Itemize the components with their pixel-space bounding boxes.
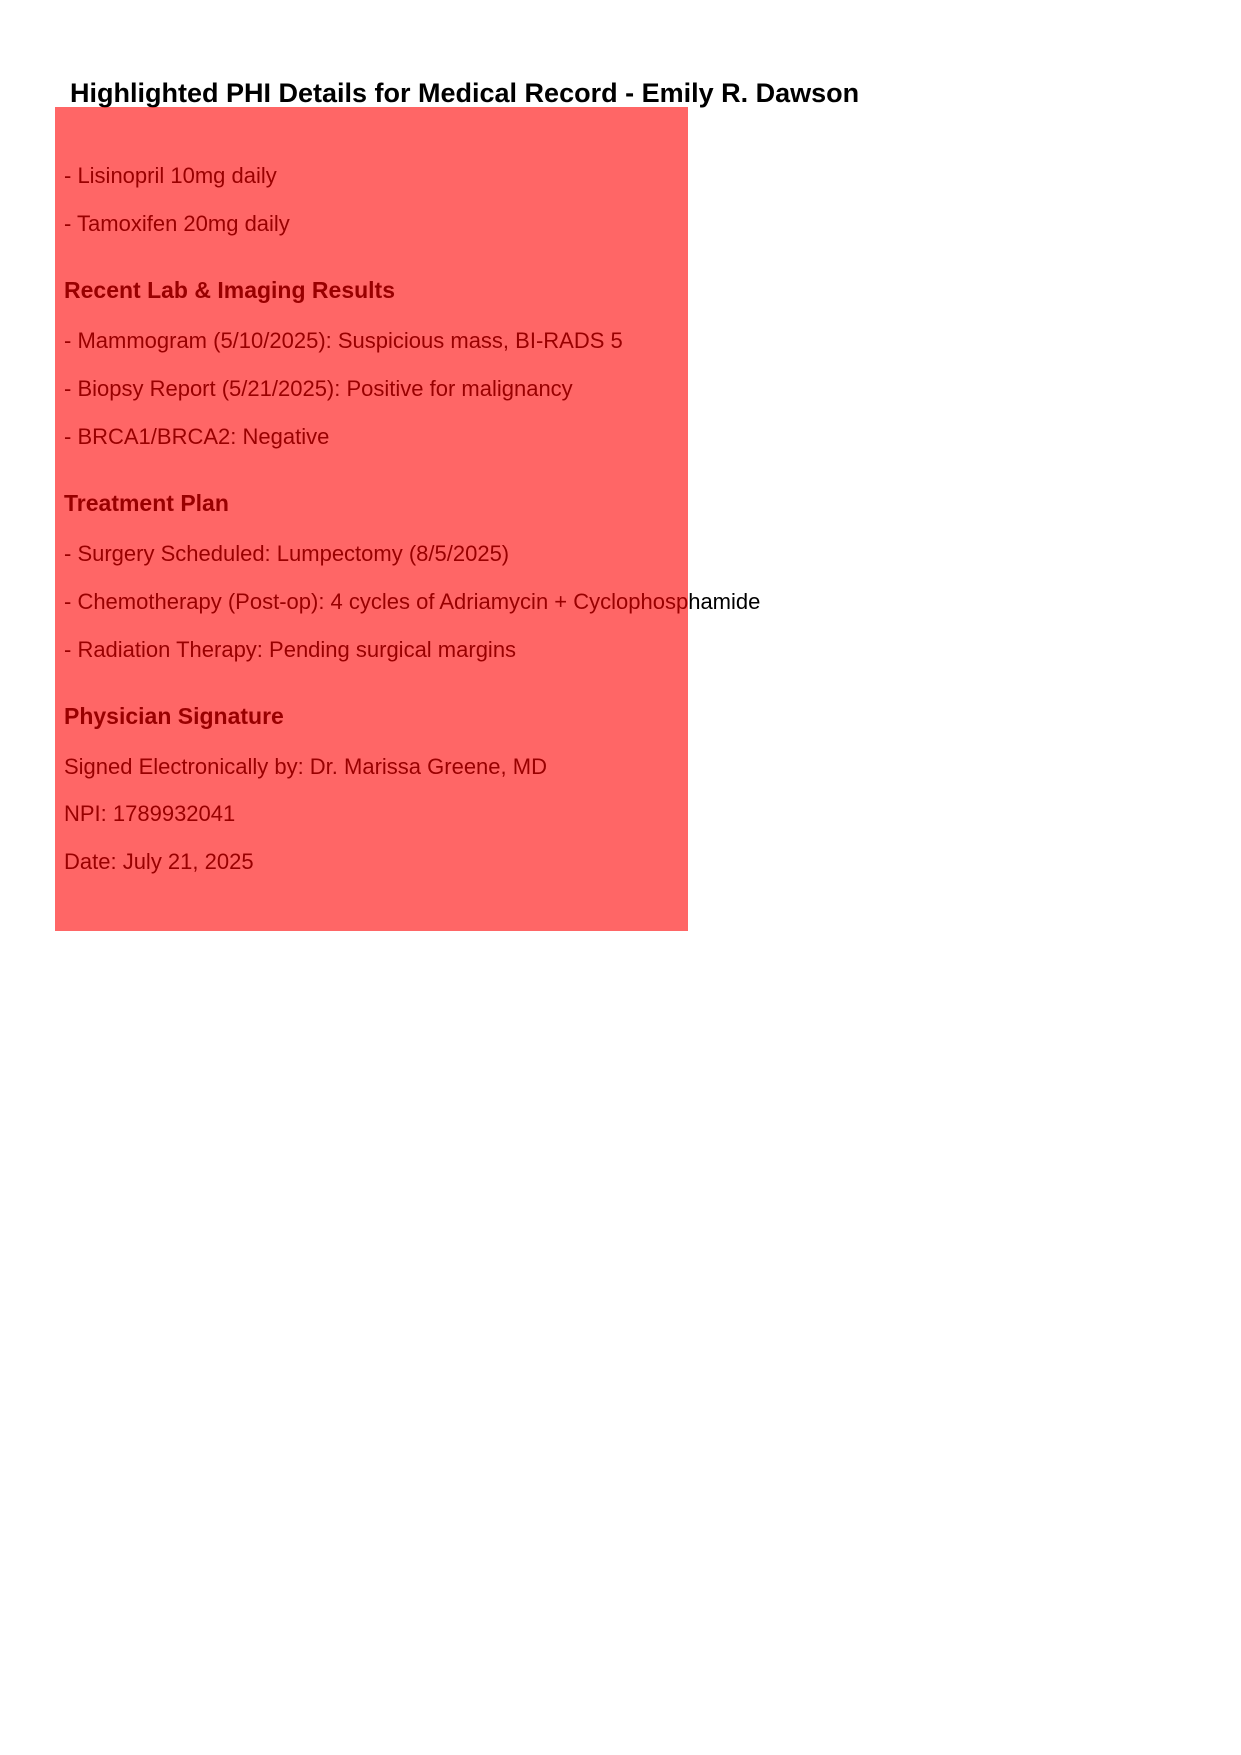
signature-date: Date: July 21, 2025	[64, 849, 254, 874]
medication-item-lisinopril: - Lisinopril 10mg daily	[64, 163, 277, 188]
treatment-plan-heading: Treatment Plan	[64, 490, 229, 516]
treatment-item-chemotherapy: - Chemotherapy (Post-op): 4 cycles of Ad…	[64, 589, 761, 614]
treatment-item-surgery: - Surgery Scheduled: Lumpectomy (8/5/202…	[64, 541, 510, 566]
medication-item-tamoxifen: - Tamoxifen 20mg daily	[64, 211, 290, 236]
lab-results-heading: Recent Lab & Imaging Results	[64, 277, 396, 303]
signature-npi: NPI: 1789932041	[64, 801, 236, 826]
signature-heading: Physician Signature	[64, 703, 284, 729]
lab-result-brca: - BRCA1/BRCA2: Negative	[64, 424, 330, 449]
lab-result-mammogram: - Mammogram (5/10/2025): Suspicious mass…	[64, 328, 623, 353]
treatment-item-radiation: - Radiation Therapy: Pending surgical ma…	[64, 637, 517, 662]
lab-result-biopsy: - Biopsy Report (5/21/2025): Positive fo…	[64, 376, 573, 401]
signature-signed-by: Signed Electronically by: Dr. Marissa Gr…	[64, 754, 547, 779]
page-title: Highlighted PHI Details for Medical Reco…	[70, 78, 860, 108]
